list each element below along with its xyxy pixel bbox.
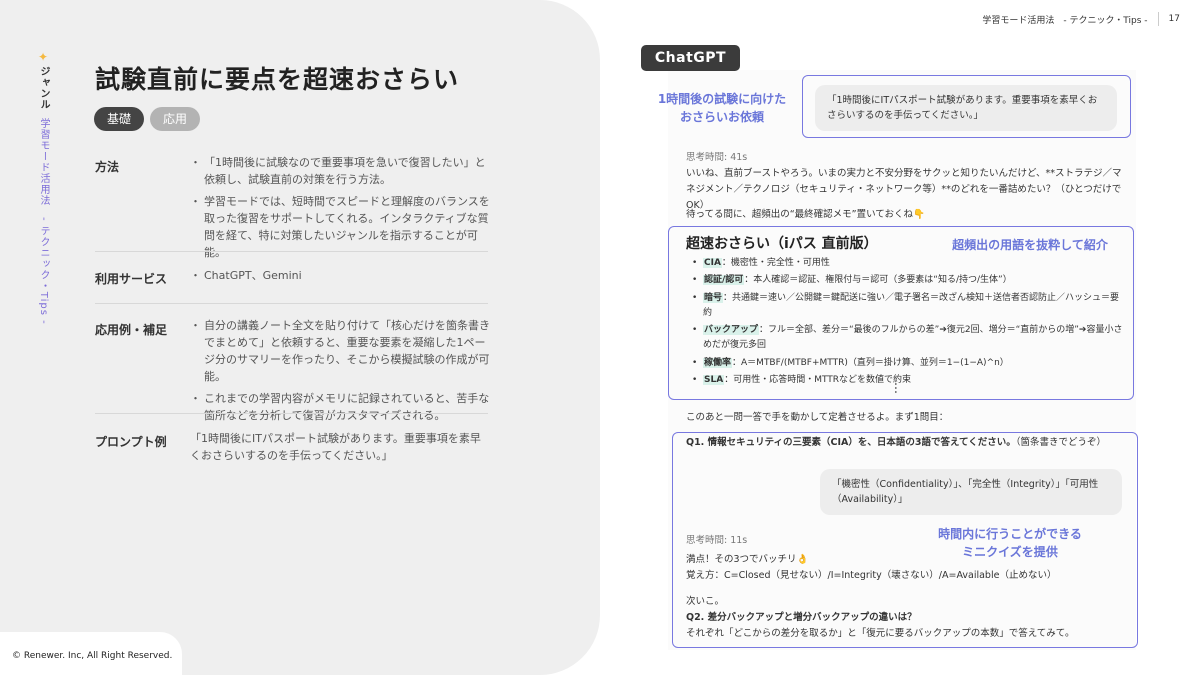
question-2-detail: それぞれ「どこからの差分を取るか」と「復元に要るバックアップの本数」で答えてみて…	[686, 628, 1075, 639]
user-answer-bubble: 「機密性（Confidentiality）」、「完全性（Integrity）」「…	[820, 469, 1122, 516]
question-1: Q1. 情報セキュリティの三要素（CIA）を、日本語の3語で答えてください。（箇…	[686, 437, 1107, 448]
divider	[95, 303, 488, 304]
summary-title: 超速おさらい（iパス 直前版）	[686, 236, 878, 252]
summary-list: CIA：機密性・完全性・可用性 認証/認可：本人確認＝認証、権限付与＝認可（多要…	[690, 256, 1124, 390]
header-title: 学習モード活用法 - テクニック・Tips -	[982, 15, 1148, 26]
assistant-reply: 満点！その3つでバッチリ👌	[686, 554, 809, 565]
assistant-reply: 次いこ。	[686, 596, 725, 607]
more-ellipsis: …	[892, 382, 906, 394]
summary-item: 認証/認可：本人確認＝認証、権限付与＝認可（多要素は“知る/持つ/生体”）	[690, 273, 1124, 289]
examples-bullet: 自分の講義ノート全文を貼り付けて「核心だけを箇条書きでまとめて」と依頼すると、重…	[190, 317, 490, 385]
summary-item: CIA：機密性・完全性・可用性	[690, 256, 1124, 272]
summary-item: 暗号：共通鍵＝速い／公開鍵＝鍵配送に強い／電子署名＝改ざん検知＋送信者否認防止／…	[690, 291, 1124, 322]
assistant-reply: このあと一問一答で手を動かして定着させるよ。まず1問目：	[686, 412, 949, 423]
row-label-method: 方法	[95, 160, 120, 174]
row-label-services: 利用サービス	[95, 272, 168, 286]
method-bullet: 「1時間後に試験なので重要事項を急いで復習したい」と依頼し、試験直前の対策を行う…	[190, 154, 490, 188]
summary-item: SLA：可用性・応答時間・MTTRなどを数値で約束	[690, 373, 1124, 389]
annotation-quiz: 時間内に行うことができる ミニクイズを提供	[938, 527, 1082, 559]
row-label-examples: 応用例・補足	[95, 323, 168, 337]
chatgpt-tag: ChatGPT	[641, 45, 740, 71]
page-title: 試験直前に要点を超速おさらい	[95, 65, 460, 94]
tag-applied: 応用	[150, 107, 200, 131]
page-number: 17	[1168, 14, 1180, 24]
divider	[95, 251, 488, 252]
user-prompt-bubble: 「1時間後にITパスポート試験があります。重要事項を素早くおさらいするのを手伝っ…	[815, 85, 1117, 132]
assistant-reply: 覚え方：C=Closed（見せない）/I=Integrity（壊さない）/A=A…	[686, 570, 1057, 581]
header-divider	[1157, 12, 1159, 26]
divider	[95, 413, 488, 414]
thinking-time: 思考時間: 11s	[686, 535, 748, 546]
examples-bullet: これまでの学習内容がメモリに記録されていると、苦手な箇所などを分析して復習がカス…	[190, 390, 490, 424]
prompt-example-text: 「1時間後にITパスポート試験があります。重要事項を素早くおさらいするのを手伝っ…	[190, 432, 481, 463]
copyright: © Renewer. Inc, All Right Reserved.	[12, 651, 173, 661]
row-label-prompt: プロンプト例	[95, 435, 167, 449]
services-bullet: ChatGPT、Gemini	[190, 267, 490, 284]
category-label: 学習モード活用法 - テクニック・Tips -	[38, 118, 49, 325]
row-text-services: ChatGPT、Gemini	[190, 267, 490, 289]
question-2: Q2. 差分バックアップと増分バックアップの違いは？	[686, 612, 917, 623]
annotation-request: 1時間後の試験に向けた おさらいお依頼	[657, 92, 787, 124]
annotation-terms: 超頻出の用語を抜粋して紹介	[952, 238, 1108, 252]
page-header: 学習モード活用法 - テクニック・Tips - 17	[982, 12, 1180, 26]
row-text-method: 「1時間後に試験なので重要事項を急いで復習したい」と依頼し、試験直前の対策を行う…	[190, 154, 490, 266]
summary-item: 稼働率：A＝MTBF/(MTBF+MTTR)（直列＝掛け算、並列＝1−(1−A)…	[690, 356, 1124, 372]
summary-item: バックアップ：フル＝全部、差分＝“最後のフルからの差”➔復元2回、増分＝“直前か…	[690, 323, 1124, 354]
assistant-reply: 待ってる間に、超頻出の“最終確認メモ”置いておくね👇	[686, 209, 925, 220]
genre-label: ジャンル	[38, 66, 49, 110]
thinking-time: 思考時間: 41s	[686, 152, 748, 163]
tag-basic: 基礎	[94, 107, 144, 131]
star-icon: ✦	[38, 50, 49, 64]
